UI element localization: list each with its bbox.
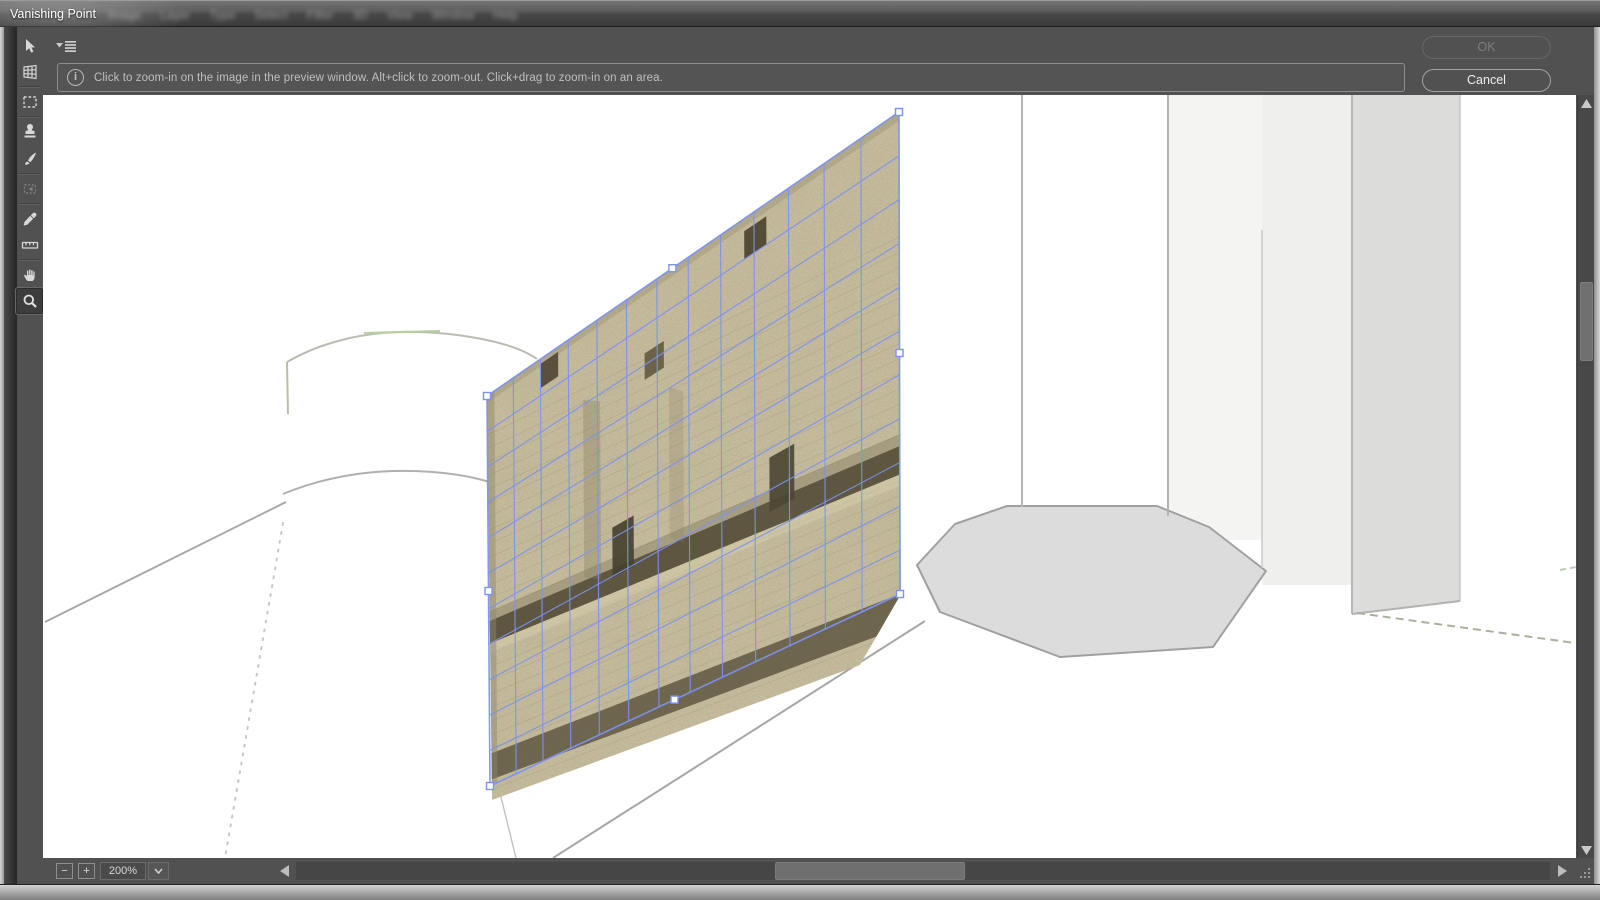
- vanishing-point-dialog: Image Layer Type Select Filter 3D View W…: [0, 0, 1600, 900]
- blurred-menubar: Image Layer Type Select Filter 3D View W…: [108, 1, 518, 28]
- scroll-left-arrow-icon[interactable]: [276, 862, 292, 880]
- plane-handle[interactable]: [896, 350, 903, 357]
- window-border-bottom: [0, 884, 1600, 900]
- titlebar[interactable]: Image Layer Type Select Filter 3D View W…: [0, 0, 1600, 27]
- zoom-level-field[interactable]: 200%: [100, 862, 146, 880]
- status-bar: − + 200%: [17, 858, 1594, 884]
- preview-window[interactable]: [43, 95, 1576, 858]
- window-border-right: [1594, 27, 1600, 884]
- cancel-button[interactable]: Cancel: [1422, 69, 1551, 92]
- plane-handle[interactable]: [896, 109, 903, 116]
- menu-item: Help: [493, 8, 518, 22]
- info-icon: i: [67, 69, 84, 86]
- plane-handle[interactable]: [485, 588, 492, 595]
- tool-measure[interactable]: [16, 232, 43, 258]
- tool-stamp[interactable]: [16, 119, 43, 145]
- toolbar-separator: [18, 259, 40, 261]
- window-title: Vanishing Point: [10, 1, 96, 27]
- menu-item: Image: [108, 8, 141, 22]
- zoom-out-button[interactable]: −: [56, 863, 73, 879]
- menu-item: Filter: [307, 8, 334, 22]
- menu-item: Layer: [160, 8, 190, 22]
- toolbar-separator: [18, 203, 40, 205]
- toolbar-separator: [18, 86, 40, 88]
- plane-handle[interactable]: [484, 393, 491, 400]
- vertical-scroll-thumb[interactable]: [1580, 282, 1593, 361]
- preview-canvas[interactable]: [43, 95, 1576, 858]
- menu-item: 3D: [352, 8, 367, 22]
- zoom-dropdown-button[interactable]: [148, 862, 169, 880]
- menu-item: Type: [209, 8, 235, 22]
- menu-item: Window: [432, 8, 475, 22]
- scroll-down-arrow-icon[interactable]: [1578, 842, 1595, 858]
- plane-handle[interactable]: [671, 696, 678, 703]
- menu-item: Select: [254, 8, 287, 22]
- tool-marquee[interactable]: [16, 89, 43, 115]
- menu-item: View: [387, 8, 413, 22]
- tool-zoom[interactable]: [16, 288, 43, 314]
- plane-texture: [483, 108, 905, 804]
- scroll-up-arrow-icon[interactable]: [1578, 95, 1595, 111]
- horizontal-scrollbar[interactable]: [296, 862, 1550, 880]
- tool-brush[interactable]: [16, 146, 43, 172]
- resize-grip-icon[interactable]: [1577, 858, 1594, 884]
- toolbar-separator: [18, 116, 40, 118]
- plane-handle[interactable]: [487, 783, 494, 790]
- vertical-scrollbar[interactable]: [1577, 95, 1594, 858]
- tool-edit-plane[interactable]: [16, 33, 43, 59]
- chevron-down-icon: [154, 868, 163, 874]
- scroll-right-arrow-icon[interactable]: [1554, 862, 1570, 880]
- plane-handle[interactable]: [669, 265, 676, 272]
- tool-hand[interactable]: [16, 262, 43, 288]
- toolbar-separator: [18, 173, 40, 175]
- plane-handle[interactable]: [897, 591, 904, 598]
- info-bar: i Click to zoom-in on the image in the p…: [57, 63, 1405, 92]
- tool-create-plane[interactable]: [16, 59, 43, 85]
- horizontal-scroll-thumb[interactable]: [775, 862, 965, 880]
- tool-eyedropper[interactable]: [16, 206, 43, 232]
- ok-button[interactable]: OK: [1422, 36, 1551, 59]
- zoom-in-button[interactable]: +: [78, 863, 95, 879]
- settings-menu-icon[interactable]: [56, 39, 78, 53]
- tool-transform[interactable]: [16, 176, 43, 202]
- info-text: Click to zoom-in on the image in the pre…: [94, 72, 663, 84]
